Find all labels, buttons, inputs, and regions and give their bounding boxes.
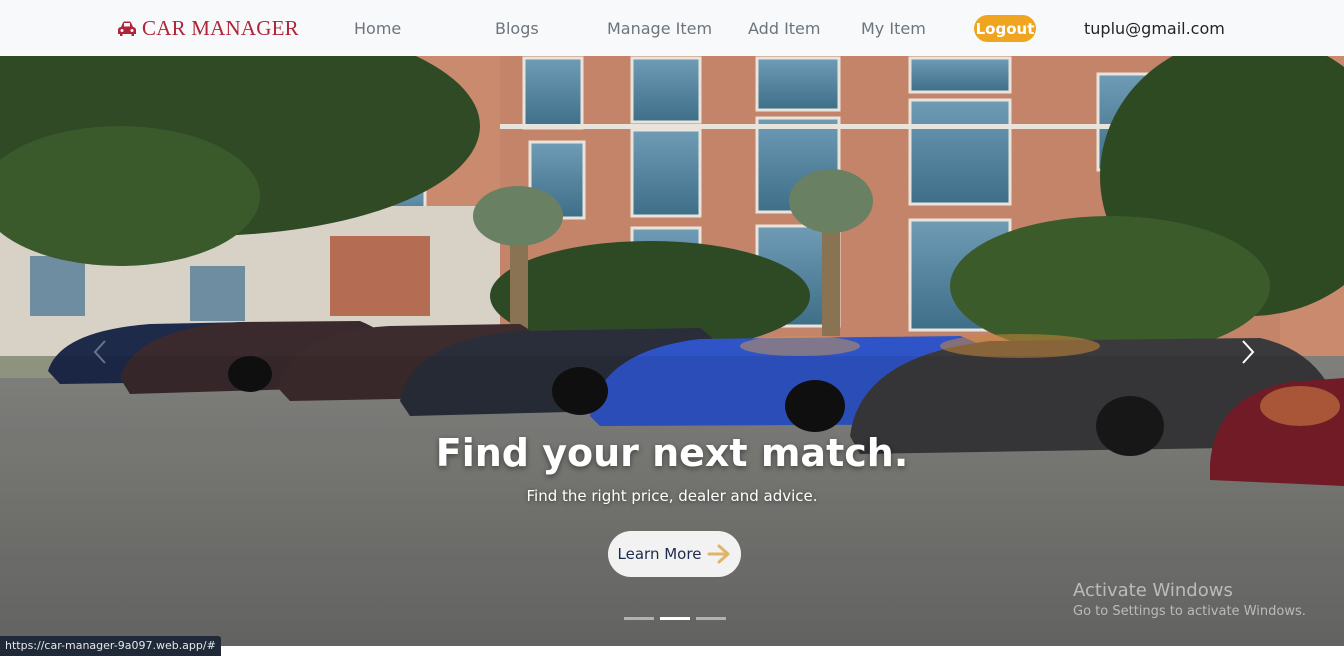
user-email: tuplu@gmail.com [1084,19,1225,38]
nav-manage-item[interactable]: Manage Item [607,19,712,38]
navbar: CAR MANAGER Home Blogs Manage Item Add I… [0,0,1344,56]
watermark-line-1: Activate Windows [1073,580,1233,601]
brand-link[interactable]: CAR MANAGER [117,16,299,41]
carousel-indicator-3[interactable] [696,617,726,620]
learn-more-button[interactable]: Learn More [608,531,741,577]
chevron-left-icon [93,340,106,364]
carousel-indicators [624,617,726,620]
car-icon [118,21,136,36]
browser-status-url: https://car-manager-9a097.web.app/# [0,636,221,656]
brand-label: CAR MANAGER [142,16,299,40]
carousel-indicator-2[interactable] [660,617,690,620]
chevron-right-icon [1242,340,1255,364]
hero-carousel: Find your next match. Find the right pri… [0,56,1344,646]
nav-my-item[interactable]: My Item [861,19,926,38]
nav-add-item[interactable]: Add Item [748,19,820,38]
learn-more-label: Learn More [617,545,702,563]
hero-subtitle: Find the right price, dealer and advice. [526,487,818,505]
carousel-indicator-1[interactable] [624,617,654,620]
carousel-prev-button[interactable] [86,336,114,368]
arrow-right-icon [707,544,730,564]
watermark-line-2: Go to Settings to activate Windows. [1073,604,1306,619]
nav-home[interactable]: Home [354,19,401,38]
windows-activation-watermark: Activate Windows Go to Settings to activ… [1073,580,1306,619]
hero-title: Find your next match. [435,431,909,475]
nav-blogs[interactable]: Blogs [495,19,539,38]
logout-button[interactable]: Logout [974,15,1036,42]
carousel-next-button[interactable] [1234,336,1262,368]
